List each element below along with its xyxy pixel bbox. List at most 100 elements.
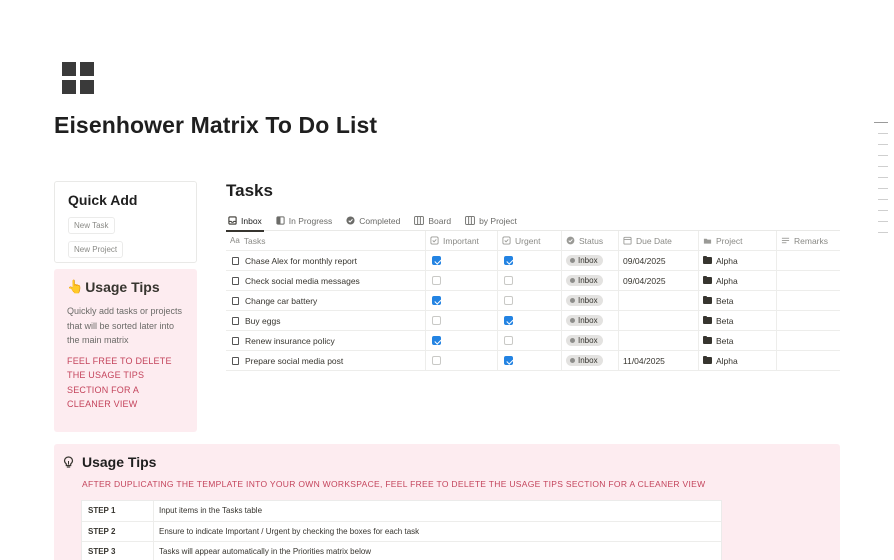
project-cell[interactable]: Beta bbox=[699, 331, 777, 350]
column-header-urgent[interactable]: Urgent bbox=[498, 231, 562, 250]
remarks-cell[interactable] bbox=[777, 271, 840, 290]
view-tabs: Inbox In Progress Completed Board by Pro… bbox=[226, 211, 840, 232]
table-row[interactable]: Chase Alex for monthly report Inbox 09/0… bbox=[226, 251, 840, 271]
important-checkbox[interactable] bbox=[432, 316, 441, 325]
project-cell[interactable]: Alpha bbox=[699, 351, 777, 370]
task-name[interactable]: Change car battery bbox=[245, 296, 317, 306]
table-header-row: Aa Tasks Important Urgent Status Due Dat… bbox=[226, 231, 840, 251]
remarks-cell[interactable] bbox=[777, 311, 840, 330]
task-name[interactable]: Chase Alex for monthly report bbox=[245, 256, 357, 266]
due-date-cell[interactable] bbox=[619, 311, 699, 330]
urgent-checkbox[interactable] bbox=[504, 276, 513, 285]
project-cell[interactable]: Beta bbox=[699, 291, 777, 310]
status-label: Inbox bbox=[578, 316, 598, 325]
table-row[interactable]: Check social media messages Inbox 09/04/… bbox=[226, 271, 840, 291]
column-header-important[interactable]: Important bbox=[426, 231, 498, 250]
step-text: Tasks will appear automatically in the P… bbox=[159, 547, 372, 557]
task-cell[interactable]: Check social media messages bbox=[226, 271, 426, 290]
status-badge: Inbox bbox=[566, 335, 603, 346]
remarks-cell[interactable] bbox=[777, 291, 840, 310]
urgent-cell bbox=[498, 251, 562, 270]
table-row[interactable]: Buy eggs Inbox Beta bbox=[226, 311, 840, 331]
urgent-checkbox[interactable] bbox=[504, 316, 513, 325]
important-cell bbox=[426, 291, 498, 310]
project-cell[interactable]: Beta bbox=[699, 311, 777, 330]
project-cell[interactable]: Alpha bbox=[699, 251, 777, 270]
tab-completed[interactable]: Completed bbox=[344, 211, 402, 231]
column-header-project[interactable]: Project bbox=[699, 231, 777, 250]
column-header-due-date[interactable]: Due Date bbox=[619, 231, 699, 250]
urgent-checkbox[interactable] bbox=[504, 256, 513, 265]
usage-tips-callout-side: 👆 Usage Tips Quickly add tasks or projec… bbox=[54, 269, 197, 432]
task-cell[interactable]: Buy eggs bbox=[226, 311, 426, 330]
due-date-value: 11/04/2025 bbox=[623, 355, 665, 366]
new-project-button[interactable]: New Project bbox=[68, 241, 124, 258]
table-row[interactable]: Prepare social media post Inbox 11/04/20… bbox=[226, 351, 840, 371]
important-checkbox[interactable] bbox=[432, 296, 441, 305]
usage-tips-callout-main: Usage Tips AFTER DUPLICATING THE TEMPLAT… bbox=[54, 444, 840, 560]
task-cell[interactable]: Renew insurance policy bbox=[226, 331, 426, 350]
relation-icon bbox=[703, 238, 712, 244]
important-checkbox[interactable] bbox=[432, 256, 441, 265]
urgent-checkbox[interactable] bbox=[504, 296, 513, 305]
task-cell[interactable]: Chase Alex for monthly report bbox=[226, 251, 426, 270]
urgent-checkbox[interactable] bbox=[504, 356, 513, 365]
important-checkbox[interactable] bbox=[432, 276, 441, 285]
task-name[interactable]: Buy eggs bbox=[245, 316, 280, 326]
column-header-remarks[interactable]: Remarks bbox=[777, 231, 840, 250]
important-checkbox[interactable] bbox=[432, 336, 441, 345]
status-cell[interactable]: Inbox bbox=[562, 291, 619, 310]
project-name[interactable]: Alpha bbox=[716, 356, 738, 366]
status-label: Inbox bbox=[578, 356, 598, 365]
task-cell[interactable]: Prepare social media post bbox=[226, 351, 426, 370]
tab-inbox[interactable]: Inbox bbox=[226, 211, 264, 232]
project-name[interactable]: Beta bbox=[716, 296, 734, 306]
due-date-cell[interactable]: 09/04/2025 bbox=[619, 251, 699, 270]
pointing-hand-icon: 👆 bbox=[67, 279, 84, 294]
remarks-cell[interactable] bbox=[777, 251, 840, 270]
remarks-cell[interactable] bbox=[777, 351, 840, 370]
task-name[interactable]: Prepare social media post bbox=[245, 356, 343, 366]
tab-in-progress[interactable]: In Progress bbox=[274, 211, 334, 231]
folder-icon bbox=[703, 255, 712, 264]
project-name[interactable]: Alpha bbox=[716, 256, 738, 266]
due-date-cell[interactable]: 09/04/2025 bbox=[619, 271, 699, 290]
project-name[interactable]: Beta bbox=[716, 316, 734, 326]
remarks-cell[interactable] bbox=[777, 331, 840, 350]
folder-icon bbox=[703, 335, 712, 344]
task-name[interactable]: Renew insurance policy bbox=[245, 336, 335, 346]
important-cell bbox=[426, 331, 498, 350]
status-cell[interactable]: Inbox bbox=[562, 251, 619, 270]
tab-board[interactable]: Board bbox=[412, 211, 453, 231]
usage-tips-main-notice: AFTER DUPLICATING THE TEMPLATE INTO YOUR… bbox=[82, 479, 706, 489]
project-name[interactable]: Alpha bbox=[716, 276, 738, 286]
step-row: STEP 3 Tasks will appear automatically i… bbox=[82, 542, 721, 560]
column-header-due-date-label: Due Date bbox=[636, 235, 672, 246]
project-name[interactable]: Beta bbox=[716, 336, 734, 346]
grid-icon[interactable] bbox=[62, 62, 94, 94]
task-name[interactable]: Check social media messages bbox=[245, 276, 360, 286]
column-header-project-label: Project bbox=[716, 235, 743, 246]
tab-by-project[interactable]: by Project bbox=[463, 211, 519, 231]
due-date-cell[interactable] bbox=[619, 291, 699, 310]
due-date-cell[interactable]: 11/04/2025 bbox=[619, 351, 699, 370]
status-cell[interactable]: Inbox bbox=[562, 271, 619, 290]
column-header-status-label: Status bbox=[579, 235, 604, 246]
tasks-database-title[interactable]: Tasks bbox=[226, 181, 273, 201]
new-task-button[interactable]: New Task bbox=[68, 217, 115, 234]
status-cell[interactable]: Inbox bbox=[562, 351, 619, 370]
due-date-cell[interactable] bbox=[619, 331, 699, 350]
page-icon bbox=[232, 356, 239, 365]
table-of-contents-indicator[interactable] bbox=[874, 122, 888, 243]
urgent-checkbox[interactable] bbox=[504, 336, 513, 345]
important-checkbox[interactable] bbox=[432, 356, 441, 365]
project-cell[interactable]: Alpha bbox=[699, 271, 777, 290]
table-row[interactable]: Renew insurance policy Inbox Beta bbox=[226, 331, 840, 351]
step-label: STEP 3 bbox=[82, 542, 154, 560]
column-header-tasks[interactable]: Aa Tasks bbox=[226, 231, 426, 250]
status-cell[interactable]: Inbox bbox=[562, 311, 619, 330]
status-cell[interactable]: Inbox bbox=[562, 331, 619, 350]
task-cell[interactable]: Change car battery bbox=[226, 291, 426, 310]
column-header-status[interactable]: Status bbox=[562, 231, 619, 250]
table-row[interactable]: Change car battery Inbox Beta bbox=[226, 291, 840, 311]
